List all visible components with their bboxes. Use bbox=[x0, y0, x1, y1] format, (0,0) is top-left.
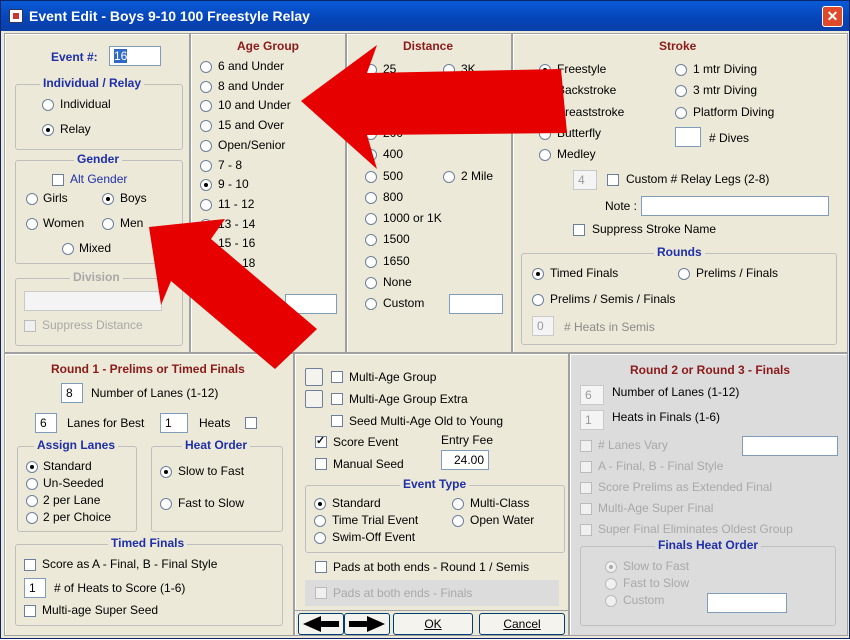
arrow-pointing-age-group bbox=[301, 45, 567, 169]
event-edit-window: Event Edit - Boys 9-10 100 Freestyle Rel… bbox=[0, 0, 850, 639]
annotation-arrows bbox=[149, 45, 567, 369]
arrow-pointing-gender bbox=[149, 219, 317, 369]
